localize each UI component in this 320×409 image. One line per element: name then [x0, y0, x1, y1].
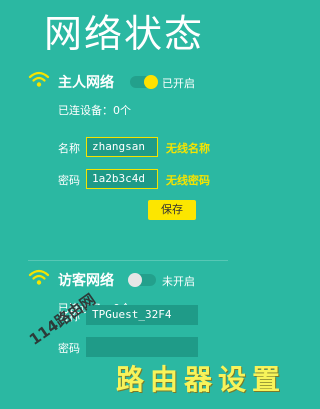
- main-connected-devices: 已连设备：0个: [58, 104, 131, 117]
- wifi-icon: [28, 269, 50, 285]
- guest-network-name: 访客网络: [58, 273, 114, 289]
- guest-network-toggle[interactable]: [128, 273, 156, 287]
- main-network-toggle[interactable]: [130, 75, 158, 89]
- guest-ssid-input[interactable]: TPGuest_32F4: [86, 305, 198, 325]
- main-network-name: 主人网络: [58, 75, 114, 91]
- main-password-label: 密码: [58, 174, 80, 187]
- section-divider: [28, 260, 228, 261]
- main-ssid-label: 名称: [58, 142, 80, 155]
- guest-password-input[interactable]: [86, 337, 198, 357]
- toggle-knob: [128, 273, 142, 287]
- save-button[interactable]: 保存: [148, 200, 196, 220]
- ssid-annotation: 无线名称: [166, 142, 210, 155]
- password-annotation: 无线密码: [166, 174, 210, 187]
- main-network-status: 已开启: [162, 77, 195, 90]
- main-password-input[interactable]: 1a2b3c4d: [86, 169, 158, 189]
- guest-network-status: 未开启: [162, 275, 195, 288]
- watermark-bottom: 路由器设置: [116, 363, 287, 396]
- wifi-icon: [28, 71, 50, 87]
- guest-password-label: 密码: [58, 342, 80, 355]
- toggle-knob: [144, 75, 158, 89]
- main-ssid-input[interactable]: zhangsan: [86, 137, 158, 157]
- page-title: 网络状态: [44, 12, 205, 56]
